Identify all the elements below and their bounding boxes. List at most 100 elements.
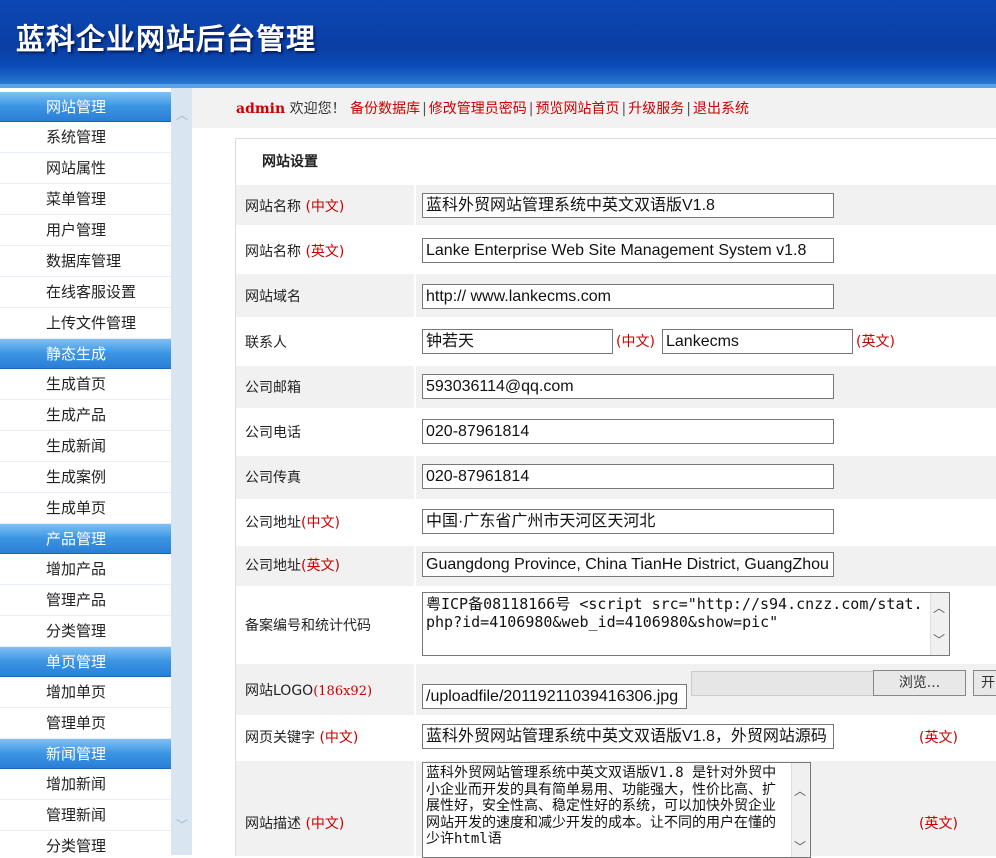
sidebar: 网站管理 系统管理 网站属性 菜单管理 用户管理 数据库管理 在线客服设置 上传… (0, 88, 192, 855)
upload-button[interactable]: 开 (973, 670, 996, 696)
preview-site-link[interactable]: 预览网站首页 (536, 101, 620, 117)
sidebar-item-news-categories[interactable]: 分类管理 (0, 831, 171, 855)
email-input[interactable]: 593036114@qq.com (422, 374, 834, 399)
sidebar-group-products[interactable]: 产品管理 (0, 524, 171, 554)
sidebar-item-users[interactable]: 用户管理 (0, 215, 171, 246)
scroll-down-icon[interactable]: ﹀ (175, 816, 189, 832)
form-row-description: 网站描述 (中文) 蓝科外贸网站管理系统中英文双语版V1.8 是针对外贸中小企业… (236, 761, 996, 858)
form-row-contact: 联系人 钟若天 (中文) Lankecms (英文) (236, 320, 996, 363)
icp-textarea[interactable]: 粤ICP备08118166号 <script src="http://s94.c… (422, 592, 950, 656)
sidebar-item-online-service[interactable]: 在线客服设置 (0, 277, 171, 308)
field-label: 公司地址(英文) (245, 558, 340, 574)
sidebar-item-gen-pages[interactable]: 生成单页 (0, 493, 171, 524)
top-bar: admin 欢迎您！ 备份数据库 | 修改管理员密码 | 预览网站首页 | 升级服务 | 退出系… (192, 88, 996, 128)
sidebar-item-add-page[interactable]: 增加单页 (0, 677, 171, 708)
chevron-up-icon[interactable]: ︿ (933, 599, 945, 617)
sidebar-item-database[interactable]: 数据库管理 (0, 246, 171, 277)
field-label: 网站LOGO(186x92) (245, 683, 373, 699)
sidebar-group-pages[interactable]: 单页管理 (0, 647, 171, 677)
separator: | (422, 101, 427, 117)
sidebar-menu: 网站管理 系统管理 网站属性 菜单管理 用户管理 数据库管理 在线客服设置 上传… (0, 92, 171, 855)
en-tag: (英文) (856, 334, 895, 350)
settings-panel: 网站设置 网站名称 (中文) 蓝科外贸网站管理系统中英文双语版V1.8 网站名称… (235, 138, 996, 858)
header-banner: 蓝科企业网站后台管理 (0, 0, 996, 88)
description-cn-textarea[interactable]: 蓝科外贸网站管理系统中英文双语版V1.8 是针对外贸中小企业而开发的具有简单易用… (422, 762, 811, 858)
sidebar-item-gen-home[interactable]: 生成首页 (0, 369, 171, 400)
backup-database-link[interactable]: 备份数据库 (350, 101, 420, 117)
sidebar-item-system[interactable]: 系统管理 (0, 122, 171, 153)
sidebar-scrollbar[interactable]: ︿ ﹀ (171, 88, 192, 855)
sidebar-item-site-properties[interactable]: 网站属性 (0, 153, 171, 184)
field-label: 网站域名 (245, 289, 301, 305)
en-tag: (英文) (919, 816, 958, 832)
current-user: admin (236, 101, 286, 117)
field-label: 公司邮箱 (245, 380, 301, 396)
contact-en-input[interactable]: Lankecms (662, 329, 853, 354)
sidebar-item-manage-pages[interactable]: 管理单页 (0, 708, 171, 739)
browse-button[interactable]: 浏览... (873, 670, 966, 696)
form-row-fax: 公司传真 020-87961814 (236, 456, 996, 499)
phone-input[interactable]: 020-87961814 (422, 419, 834, 444)
address-cn-input[interactable]: 中国·广东省广州市天河区天河北 (422, 509, 834, 534)
field-label: 备案编号和统计代码 (245, 618, 371, 634)
separator: | (621, 101, 627, 117)
cn-tag: (中文) (616, 334, 655, 350)
address-en-input[interactable]: Guangdong Province, China TianHe Distric… (422, 552, 834, 577)
panel-title: 网站设置 (262, 154, 318, 170)
domain-input[interactable]: http:// www.lankecms.com (422, 284, 834, 309)
form-row-phone: 公司电话 020-87961814 (236, 411, 996, 454)
chevron-up-icon[interactable]: ︿ (794, 783, 806, 800)
keywords-cn-input[interactable]: 蓝科外贸网站管理系统中英文双语版V1.8，外贸网站源码 (422, 724, 834, 749)
fax-input[interactable]: 020-87961814 (422, 464, 834, 489)
field-label: 网页关键字 (中文) (245, 730, 359, 746)
form-row-address-cn: 公司地址(中文) 中国·广东省广州市天河区天河北 (236, 501, 996, 544)
sidebar-item-add-product[interactable]: 增加产品 (0, 554, 171, 585)
form-row-logo: 网站LOGO(186x92) /uploadfile/2011921103941… (236, 664, 996, 715)
en-tag: (英文) (919, 730, 958, 746)
sidebar-item-gen-products[interactable]: 生成产品 (0, 400, 171, 431)
form-row-icp: 备案编号和统计代码 粤ICP备08118166号 <script src="ht… (236, 589, 996, 661)
scroll-up-icon[interactable]: ︿ (175, 106, 189, 122)
upgrade-link[interactable]: 升级服务 (628, 101, 684, 117)
app-title: 蓝科企业网站后台管理 (16, 22, 317, 56)
sidebar-item-manage-products[interactable]: 管理产品 (0, 585, 171, 616)
sidebar-item-add-news[interactable]: 增加新闻 (0, 769, 171, 800)
contact-cn-input[interactable]: 钟若天 (422, 329, 613, 354)
sidebar-item-upload-files[interactable]: 上传文件管理 (0, 308, 171, 339)
logout-link[interactable]: 退出系统 (693, 101, 749, 117)
field-label: 网站描述 (中文) (245, 816, 345, 832)
top-bar-links: admin 欢迎您！ 备份数据库 | 修改管理员密码 | 预览网站首页 | 升级服务 | 退出系… (236, 98, 749, 118)
form-row-site-name-cn: 网站名称 (中文) 蓝科外贸网站管理系统中英文双语版V1.8 (236, 185, 996, 225)
form-row-site-name-en: 网站名称 (英文) Lanke Enterprise Web Site Mana… (236, 228, 996, 271)
sidebar-item-product-categories[interactable]: 分类管理 (0, 616, 171, 647)
field-label: 网站名称 (中文) (245, 199, 345, 215)
field-label: 公司传真 (245, 470, 301, 486)
field-label: 公司电话 (245, 425, 301, 441)
textarea-scrollbar[interactable]: ︿ ﹀ (791, 763, 810, 857)
sidebar-group-news[interactable]: 新闻管理 (0, 739, 171, 769)
site-name-en-input[interactable]: Lanke Enterprise Web Site Management Sys… (422, 238, 834, 263)
separator: | (528, 101, 534, 117)
sidebar-group-site[interactable]: 网站管理 (0, 92, 171, 122)
change-password-link[interactable]: 修改管理员密码 (429, 101, 527, 117)
form-row-address-en: 公司地址(英文) Guangdong Province, China TianH… (236, 546, 996, 586)
welcome-text: 欢迎您！ (289, 101, 346, 117)
form-row-email: 公司邮箱 593036114@qq.com (236, 366, 996, 408)
textarea-scrollbar[interactable]: ︿ ﹀ (930, 593, 949, 655)
form-row-keywords: 网页关键字 (中文) 蓝科外贸网站管理系统中英文双语版V1.8，外贸网站源码 (… (236, 717, 996, 759)
field-label: 公司地址(中文) (245, 515, 340, 531)
file-path-display[interactable] (691, 671, 875, 696)
chevron-down-icon[interactable]: ﹀ (794, 839, 806, 856)
sidebar-item-gen-cases[interactable]: 生成案例 (0, 462, 171, 493)
sidebar-item-manage-news[interactable]: 管理新闻 (0, 800, 171, 831)
separator: | (686, 101, 691, 117)
site-name-cn-input[interactable]: 蓝科外贸网站管理系统中英文双语版V1.8 (422, 193, 834, 218)
sidebar-group-static[interactable]: 静态生成 (0, 339, 171, 369)
chevron-down-icon[interactable]: ﹀ (933, 631, 945, 649)
sidebar-item-gen-news[interactable]: 生成新闻 (0, 431, 171, 462)
field-label: 网站名称 (英文) (245, 244, 345, 260)
logo-path-input[interactable]: /uploadfile/20119211039416306.jpg (422, 684, 687, 709)
sidebar-item-menus[interactable]: 菜单管理 (0, 184, 171, 215)
field-label: 联系人 (245, 335, 287, 351)
form-row-domain: 网站域名 http:// www.lankecms.com (236, 274, 996, 317)
